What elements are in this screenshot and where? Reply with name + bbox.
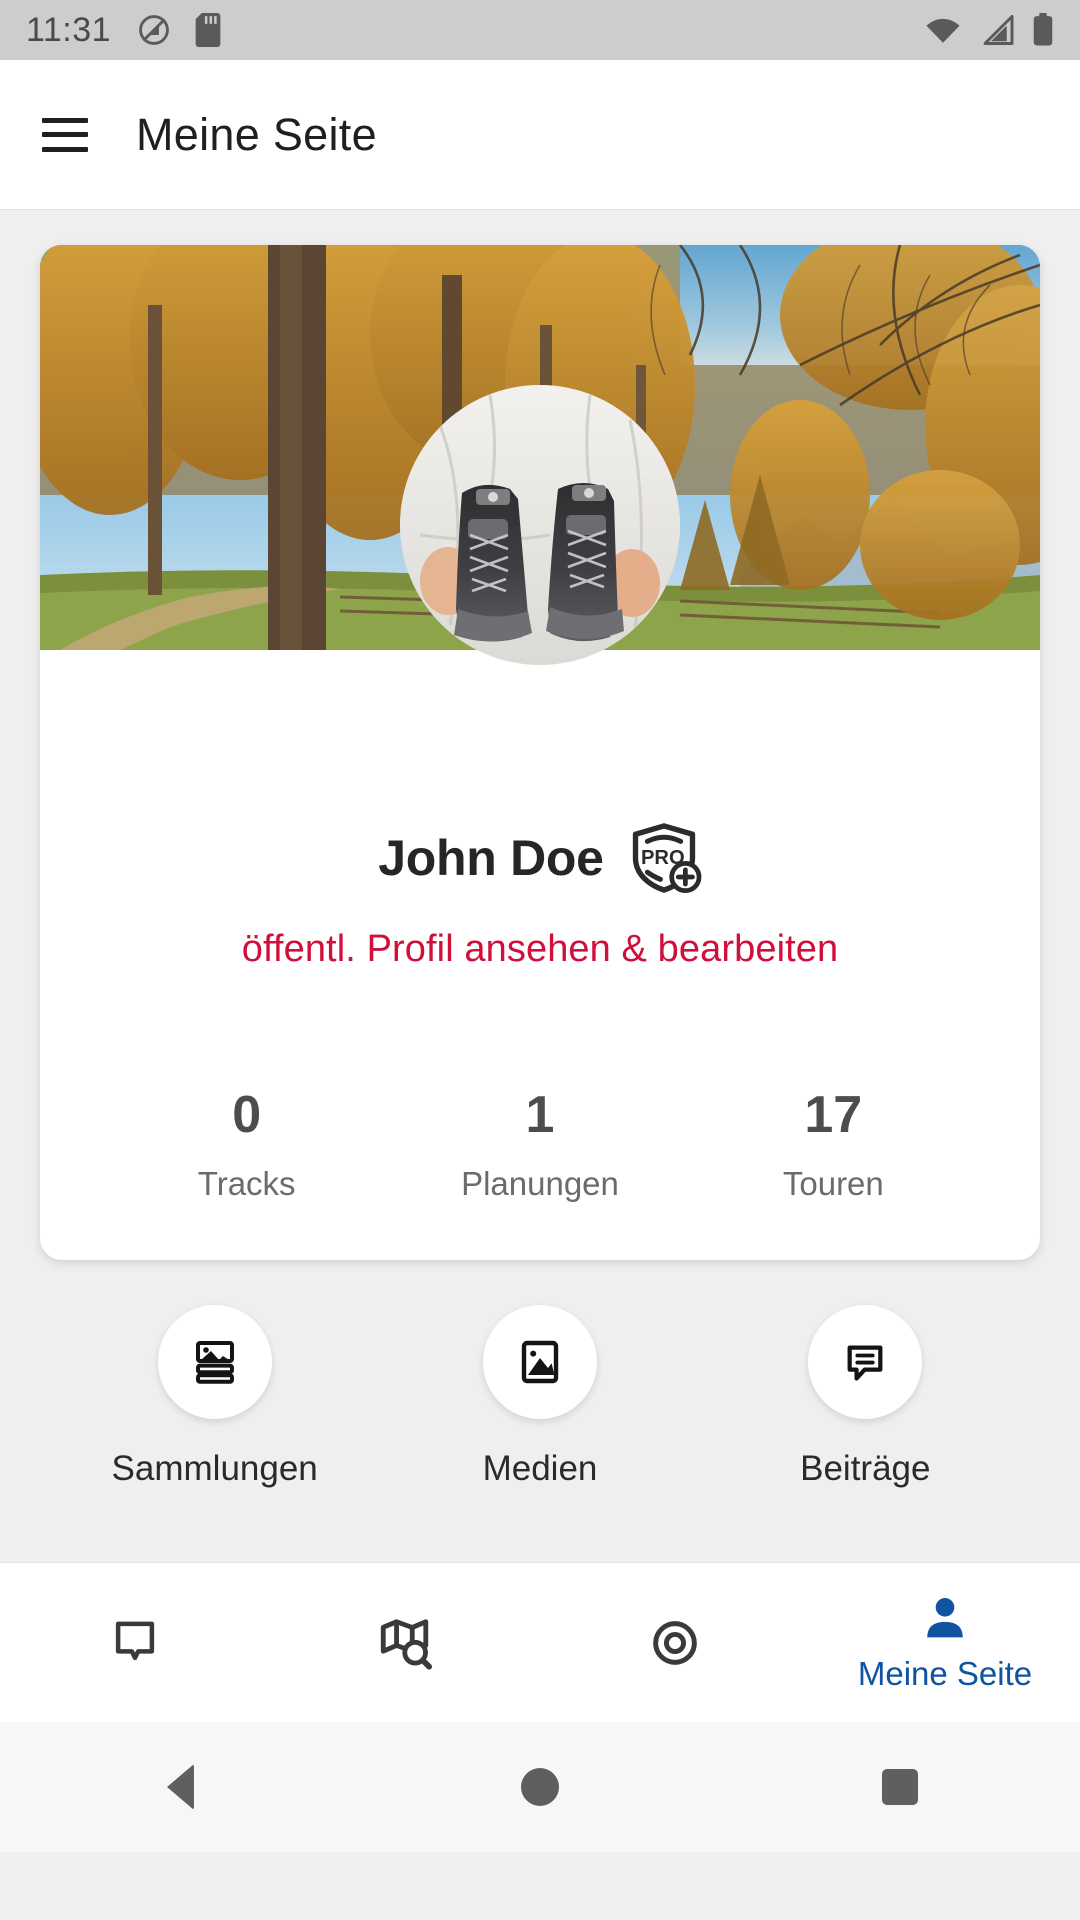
stat-label: Tracks bbox=[197, 1165, 296, 1202]
map-search-icon bbox=[380, 1618, 433, 1670]
tooltip-icon bbox=[115, 1621, 155, 1660]
bottom-navigation: Meine Seite bbox=[0, 1562, 1080, 1722]
action-shortcuts: Sammlungen Medien Beiträge bbox=[0, 1305, 1080, 1489]
display-name: John Doe bbox=[378, 830, 604, 886]
profile-card: John Doe PRO öffentl. Profil ansehen & b… bbox=[40, 245, 1040, 1260]
app-bar: Meine Seite bbox=[0, 60, 1080, 210]
collections-icon bbox=[157, 1305, 272, 1419]
do-not-disturb-icon bbox=[137, 13, 171, 47]
sd-card-icon bbox=[195, 13, 221, 47]
stat-value: 0 bbox=[232, 1086, 262, 1144]
hamburger-menu-icon[interactable] bbox=[42, 117, 88, 152]
home-circle-icon bbox=[521, 1768, 559, 1806]
action-label: Medien bbox=[482, 1449, 598, 1488]
action-label: Sammlungen bbox=[111, 1449, 318, 1488]
stat-label: Touren bbox=[782, 1165, 884, 1202]
wifi-icon bbox=[924, 15, 962, 45]
action-sammlungen[interactable]: Sammlungen bbox=[52, 1305, 377, 1489]
page-title: Meine Seite bbox=[136, 108, 377, 160]
nav-item-tooltip[interactable] bbox=[0, 1563, 270, 1722]
battery-icon bbox=[1032, 13, 1054, 47]
stat-touren[interactable]: 17 Touren bbox=[687, 1089, 980, 1203]
avatar[interactable] bbox=[400, 385, 680, 665]
nav-item-map-search[interactable] bbox=[270, 1563, 540, 1722]
image-icon bbox=[482, 1305, 597, 1419]
nav-item-meine-seite[interactable]: Meine Seite bbox=[810, 1563, 1080, 1722]
cellular-signal-icon bbox=[980, 15, 1014, 45]
stat-value: 17 bbox=[804, 1086, 863, 1144]
action-medien[interactable]: Medien bbox=[377, 1305, 702, 1489]
android-back-button[interactable] bbox=[0, 1764, 360, 1810]
recents-square-icon bbox=[882, 1769, 918, 1805]
stat-label: Planungen bbox=[461, 1165, 619, 1202]
back-triangle-icon bbox=[166, 1764, 194, 1810]
page-content: John Doe PRO öffentl. Profil ansehen & b… bbox=[0, 210, 1080, 1562]
pro-plus-badge-icon[interactable]: PRO bbox=[626, 820, 702, 896]
stat-tracks[interactable]: 0 Tracks bbox=[100, 1089, 393, 1203]
status-time: 11:31 bbox=[26, 10, 112, 49]
action-beitraege[interactable]: Beiträge bbox=[703, 1305, 1028, 1489]
nav-item-record[interactable] bbox=[540, 1563, 810, 1722]
nav-item-label: Meine Seite bbox=[857, 1654, 1033, 1692]
status-bar: 11:31 bbox=[0, 0, 1080, 60]
android-recents-button[interactable] bbox=[720, 1769, 1080, 1805]
profile-stats: 0 Tracks 1 Planungen 17 Touren bbox=[40, 1089, 1040, 1203]
public-profile-link[interactable]: öffentl. Profil ansehen & bearbeiten bbox=[40, 928, 1040, 971]
action-label: Beiträge bbox=[800, 1449, 931, 1488]
status-right-icons bbox=[924, 13, 1054, 47]
record-target-icon bbox=[653, 1620, 697, 1665]
name-row: John Doe PRO bbox=[40, 820, 1040, 896]
chat-bubble-icon bbox=[808, 1305, 923, 1419]
person-icon bbox=[927, 1597, 963, 1637]
profile-info: John Doe PRO öffentl. Profil ansehen & b… bbox=[40, 650, 1040, 1203]
stat-planungen[interactable]: 1 Planungen bbox=[393, 1089, 686, 1203]
android-navigation-bar bbox=[0, 1722, 1080, 1852]
android-home-button[interactable] bbox=[360, 1768, 720, 1806]
status-left-icons bbox=[137, 13, 221, 47]
stat-value: 1 bbox=[525, 1086, 555, 1144]
